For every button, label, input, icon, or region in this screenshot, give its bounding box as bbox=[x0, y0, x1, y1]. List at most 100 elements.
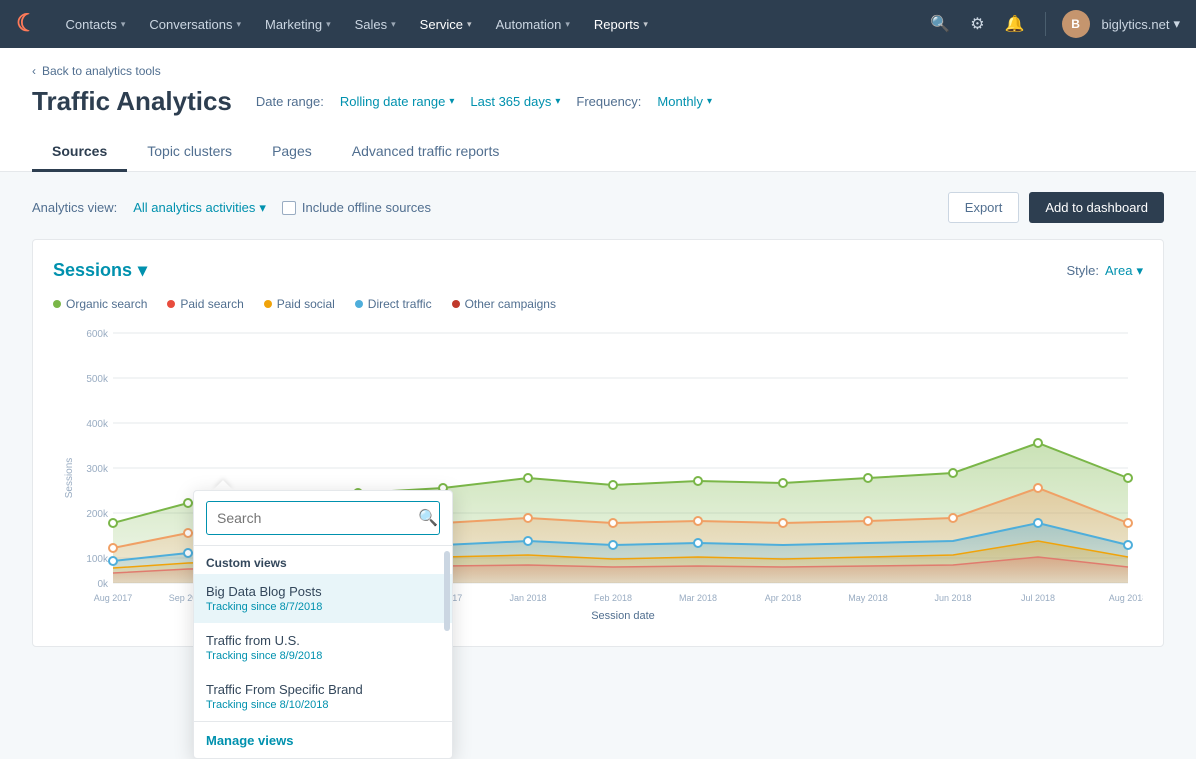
svg-text:Jul 2018: Jul 2018 bbox=[1021, 593, 1055, 603]
period-btn[interactable]: Last 365 days ▾ bbox=[470, 94, 560, 109]
tabs: Sources Topic clusters Pages Advanced tr… bbox=[32, 133, 1164, 171]
chart-legend: Organic search Paid search Paid social D… bbox=[53, 297, 1143, 311]
svg-text:500k: 500k bbox=[86, 374, 109, 385]
breadcrumb[interactable]: ‹ Back to analytics tools bbox=[32, 64, 1164, 78]
chevron-down-icon: ▾ bbox=[565, 19, 570, 30]
svg-text:Session date: Session date bbox=[591, 610, 655, 622]
legend-dot bbox=[452, 300, 460, 308]
frequency-btn[interactable]: Monthly ▾ bbox=[657, 94, 712, 109]
bell-icon[interactable]: 🔔 bbox=[1001, 10, 1029, 38]
legend-direct-traffic: Direct traffic bbox=[355, 297, 432, 311]
nav-right: 🔍 ⚙ 🔔 B biglytics.net ▾ bbox=[926, 10, 1180, 38]
svg-text:Aug 2018: Aug 2018 bbox=[1109, 593, 1143, 603]
search-input-wrapper: 🔍 bbox=[206, 501, 440, 535]
tab-topic-clusters[interactable]: Topic clusters bbox=[127, 133, 252, 172]
analytics-view-label: Analytics view: bbox=[32, 200, 117, 215]
dropdown-item-1[interactable]: Traffic from U.S. Tracking since 8/9/201… bbox=[194, 623, 452, 672]
nav-marketing[interactable]: Marketing ▾ bbox=[253, 0, 343, 48]
nav-items: Contacts ▾ Conversations ▾ Marketing ▾ S… bbox=[54, 0, 927, 48]
nav-divider bbox=[1045, 12, 1046, 36]
dropdown-item-0[interactable]: Big Data Blog Posts Tracking since 8/7/2… bbox=[194, 574, 452, 623]
top-navigation: ☾ Contacts ▾ Conversations ▾ Marketing ▾… bbox=[0, 0, 1196, 48]
legend-dot bbox=[355, 300, 363, 308]
domain-selector[interactable]: biglytics.net ▾ bbox=[1102, 16, 1180, 32]
sessions-title[interactable]: Sessions ▾ bbox=[53, 260, 147, 281]
svg-text:600k: 600k bbox=[86, 329, 109, 340]
svg-text:Apr 2018: Apr 2018 bbox=[765, 593, 802, 603]
chart-container: Sessions ▾ Style: Area ▾ Organic search … bbox=[32, 239, 1164, 647]
chevron-down-icon: ▾ bbox=[1173, 16, 1180, 32]
include-offline-sources[interactable]: Include offline sources bbox=[282, 200, 431, 215]
dropdown-search-row: 🔍 bbox=[194, 491, 452, 546]
legend-dot bbox=[167, 300, 175, 308]
sessions-header: Sessions ▾ Style: Area ▾ bbox=[53, 260, 1143, 281]
chevron-down-icon: ▾ bbox=[138, 260, 147, 281]
dropdown-arrow bbox=[213, 480, 233, 490]
chevron-down-icon: ▾ bbox=[1136, 263, 1143, 279]
nav-service[interactable]: Service ▾ bbox=[408, 0, 484, 48]
page-title-row: Traffic Analytics Date range: Rolling da… bbox=[32, 86, 1164, 117]
search-icon[interactable]: 🔍 bbox=[926, 10, 954, 38]
legend-paid-search: Paid search bbox=[167, 297, 243, 311]
nav-sales[interactable]: Sales ▾ bbox=[343, 0, 408, 48]
svg-text:Mar 2018: Mar 2018 bbox=[679, 593, 717, 603]
dropdown-section-label: Custom views bbox=[194, 546, 452, 574]
nav-reports[interactable]: Reports ▾ bbox=[582, 0, 660, 48]
svg-text:200k: 200k bbox=[86, 509, 109, 520]
manage-views-link[interactable]: Manage views bbox=[206, 733, 293, 748]
hubspot-logo[interactable]: ☾ bbox=[16, 12, 38, 36]
analytics-view-dropdown: 🔍 Custom views Big Data Blog Posts Track… bbox=[193, 480, 453, 759]
chevron-down-icon: ▾ bbox=[326, 19, 331, 30]
nav-contacts[interactable]: Contacts ▾ bbox=[54, 0, 138, 48]
chevron-down-icon: ▾ bbox=[236, 19, 241, 30]
svg-text:Aug 2017: Aug 2017 bbox=[94, 593, 133, 603]
offline-checkbox[interactable] bbox=[282, 201, 296, 215]
svg-text:400k: 400k bbox=[86, 419, 109, 430]
svg-text:100k: 100k bbox=[86, 554, 109, 565]
search-button[interactable]: 🔍 bbox=[408, 502, 440, 534]
chevron-down-icon: ▾ bbox=[391, 19, 396, 30]
svg-text:Jan 2018: Jan 2018 bbox=[509, 593, 546, 603]
main-content: Analytics view: All analytics activities… bbox=[0, 172, 1196, 667]
legend-dot bbox=[264, 300, 272, 308]
page-header: ‹ Back to analytics tools Traffic Analyt… bbox=[0, 48, 1196, 172]
dropdown-scrollbar[interactable] bbox=[444, 551, 450, 631]
legend-other-campaigns: Other campaigns bbox=[452, 297, 556, 311]
dropdown-footer: Manage views bbox=[194, 721, 452, 758]
avatar[interactable]: B bbox=[1062, 10, 1090, 38]
controls-right: Export Add to dashboard bbox=[948, 192, 1164, 223]
svg-text:Sessions: Sessions bbox=[64, 458, 75, 499]
nav-automation[interactable]: Automation ▾ bbox=[484, 0, 582, 48]
tab-pages[interactable]: Pages bbox=[252, 133, 332, 172]
svg-text:300k: 300k bbox=[86, 464, 109, 475]
style-value-btn[interactable]: Area ▾ bbox=[1105, 263, 1143, 279]
svg-text:0k: 0k bbox=[97, 579, 109, 590]
chevron-down-icon: ▾ bbox=[121, 19, 126, 30]
style-selector: Style: Area ▾ bbox=[1066, 263, 1143, 279]
export-button[interactable]: Export bbox=[948, 192, 1020, 223]
page-title: Traffic Analytics bbox=[32, 86, 232, 117]
dropdown-panel: 🔍 Custom views Big Data Blog Posts Track… bbox=[193, 490, 453, 759]
analytics-view-btn[interactable]: All analytics activities ▾ bbox=[133, 200, 266, 216]
back-arrow-icon: ‹ bbox=[32, 64, 36, 78]
chevron-down-icon: ▾ bbox=[707, 96, 712, 107]
gear-icon[interactable]: ⚙ bbox=[966, 10, 988, 38]
tab-sources[interactable]: Sources bbox=[32, 133, 127, 172]
legend-paid-social: Paid social bbox=[264, 297, 335, 311]
chevron-down-icon: ▾ bbox=[259, 200, 266, 216]
svg-text:Feb 2018: Feb 2018 bbox=[594, 593, 632, 603]
rolling-date-btn[interactable]: Rolling date range ▾ bbox=[340, 94, 455, 109]
legend-organic-search: Organic search bbox=[53, 297, 147, 311]
legend-dot bbox=[53, 300, 61, 308]
tab-advanced-traffic[interactable]: Advanced traffic reports bbox=[332, 133, 520, 172]
analytics-controls: Analytics view: All analytics activities… bbox=[32, 192, 1164, 223]
chevron-down-icon: ▾ bbox=[467, 19, 472, 30]
svg-text:Jun 2018: Jun 2018 bbox=[934, 593, 971, 603]
svg-text:May 2018: May 2018 bbox=[848, 593, 888, 603]
frequency-label: Frequency: bbox=[576, 94, 641, 109]
date-range-label: Date range: bbox=[256, 94, 324, 109]
dropdown-item-2[interactable]: Traffic From Specific Brand Tracking sin… bbox=[194, 672, 452, 721]
search-input[interactable] bbox=[207, 504, 408, 532]
nav-conversations[interactable]: Conversations ▾ bbox=[137, 0, 253, 48]
add-to-dashboard-button[interactable]: Add to dashboard bbox=[1029, 192, 1164, 223]
